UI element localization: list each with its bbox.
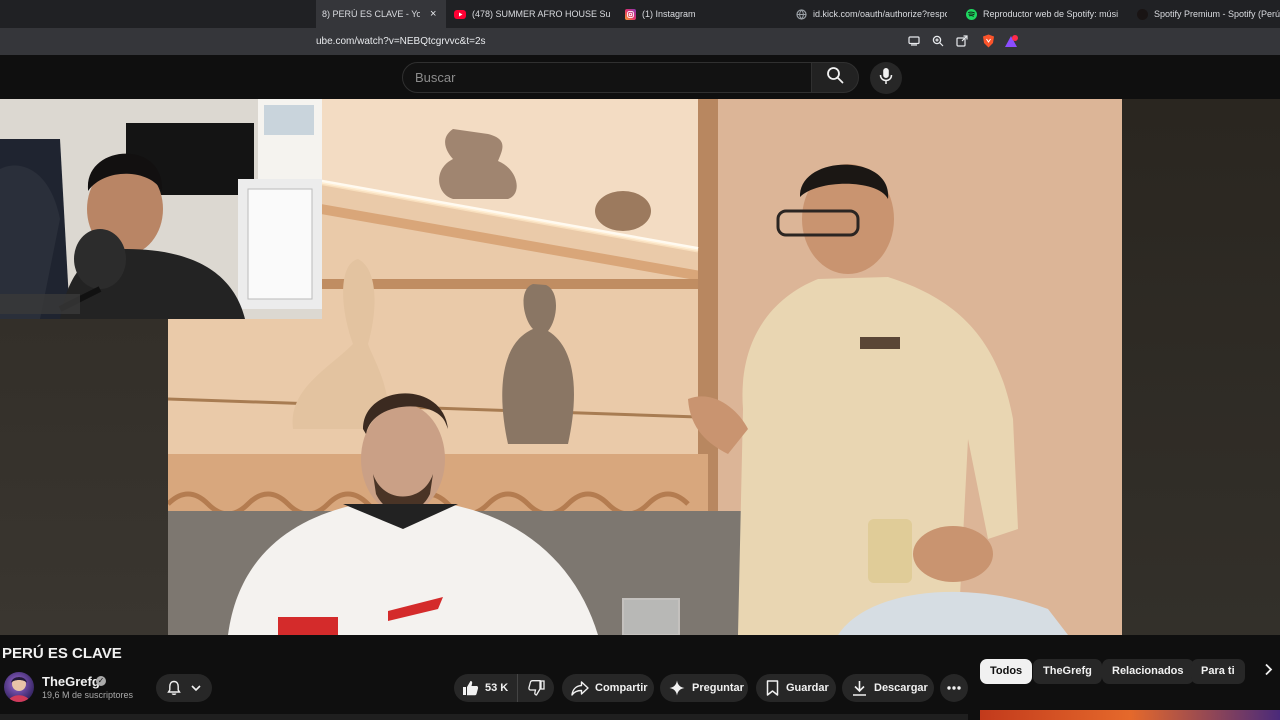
webcam-scene-illustration [0, 99, 322, 319]
tab-title: (478) SUMMER AFRO HOUSE Sunset [472, 9, 610, 19]
like-button[interactable]: 53 K [454, 674, 518, 702]
sparkle-icon [669, 680, 685, 696]
share-button[interactable]: Compartir [562, 674, 654, 702]
tab-instagram[interactable]: (1) Instagram [625, 0, 745, 28]
search-input[interactable] [415, 63, 795, 92]
download-label: Descargar [874, 682, 928, 694]
bell-icon [166, 680, 182, 696]
thumbs-down-icon [527, 680, 545, 696]
search-icon [826, 66, 844, 89]
chip-para-ti[interactable]: Para ti [1191, 659, 1245, 684]
share-arrow-icon [571, 680, 589, 696]
tab-title: (1) Instagram [642, 9, 696, 19]
cast-icon[interactable] [907, 34, 921, 48]
download-button[interactable]: Descargar [842, 674, 934, 702]
spotify-icon [1137, 8, 1148, 20]
chevron-down-icon [190, 682, 202, 694]
verified-badge-icon: ✓ [96, 676, 106, 686]
zoom-icon[interactable] [931, 34, 945, 48]
tab-spotify-premium[interactable]: Spotify Premium - Spotify (Perú) [1137, 0, 1280, 28]
brave-shield-icon[interactable] [981, 34, 995, 48]
spotify-icon [966, 8, 977, 20]
like-dislike-group: 53 K [454, 674, 554, 702]
chips-next-button[interactable] [1258, 662, 1278, 682]
address-bar: ube.com/watch?v=NEBQtcgrvvc&t=2s [0, 28, 1280, 55]
bookmark-icon [766, 680, 779, 696]
chip-todos[interactable]: Todos [980, 659, 1033, 684]
tab-title: Spotify Premium - Spotify (Perú) [1154, 9, 1280, 19]
youtube-header [0, 55, 1280, 99]
save-button[interactable]: Guardar [756, 674, 836, 702]
more-actions-button[interactable] [940, 674, 968, 702]
browser-tab-strip: 8) PERÚ ES CLAVE - YouTu × (478) SUMMER … [0, 0, 1280, 28]
tab-title: id.kick.com/oauth/authorize?respons [813, 9, 947, 19]
close-tab-icon[interactable]: × [430, 8, 436, 20]
share-page-icon[interactable] [955, 34, 969, 48]
more-horizontal-icon [947, 686, 961, 690]
tab-title: Reproductor web de Spotify: música [983, 9, 1118, 19]
chip-thegrefg[interactable]: TheGrefg [1033, 659, 1102, 684]
chip-relacionados[interactable]: Relacionados [1102, 659, 1194, 684]
share-label: Compartir [595, 682, 648, 694]
microphone-icon [879, 67, 893, 90]
save-label: Guardar [786, 682, 829, 694]
brave-rewards-icon[interactable] [1004, 34, 1018, 48]
chevron-right-icon [1264, 663, 1273, 681]
thumbs-up-icon [462, 680, 479, 696]
globe-icon [796, 8, 807, 20]
tab-peru-es-clave[interactable]: 8) PERÚ ES CLAVE - YouTu × [316, 0, 446, 28]
dislike-button[interactable] [518, 674, 554, 702]
channel-avatar[interactable] [4, 672, 34, 702]
tab-summer-afro-house[interactable]: (478) SUMMER AFRO HOUSE Sunset [454, 0, 610, 28]
search-box [402, 62, 812, 93]
tab-kick-oauth[interactable]: id.kick.com/oauth/authorize?respons [796, 0, 948, 28]
tab-title: 8) PERÚ ES CLAVE - YouTu [322, 9, 420, 19]
channel-name[interactable]: TheGrefg [42, 674, 100, 689]
video-title: PERÚ ES CLAVE [2, 645, 122, 662]
video-player[interactable] [0, 99, 1280, 635]
ask-button[interactable]: Preguntar [660, 674, 748, 702]
download-icon [852, 680, 867, 696]
like-count: 53 K [485, 682, 509, 694]
video-letterbox-right [1122, 99, 1280, 635]
instagram-icon [625, 8, 636, 20]
subscriber-count: 19,6 M de suscriptores [42, 690, 134, 700]
ask-label: Preguntar [692, 682, 744, 694]
url-field[interactable]: ube.com/watch?v=NEBQtcgrvvc&t=2s [316, 28, 486, 55]
voice-search-button[interactable] [870, 62, 902, 94]
webcam-overlay [0, 99, 322, 319]
recommended-thumbnail-edge[interactable] [980, 710, 1280, 720]
tab-spotify-web-player[interactable]: Reproductor web de Spotify: música [966, 0, 1118, 28]
search-button[interactable] [811, 62, 859, 93]
description-box-edge [0, 714, 968, 720]
notifications-button[interactable] [156, 674, 212, 702]
youtube-icon [454, 9, 466, 19]
